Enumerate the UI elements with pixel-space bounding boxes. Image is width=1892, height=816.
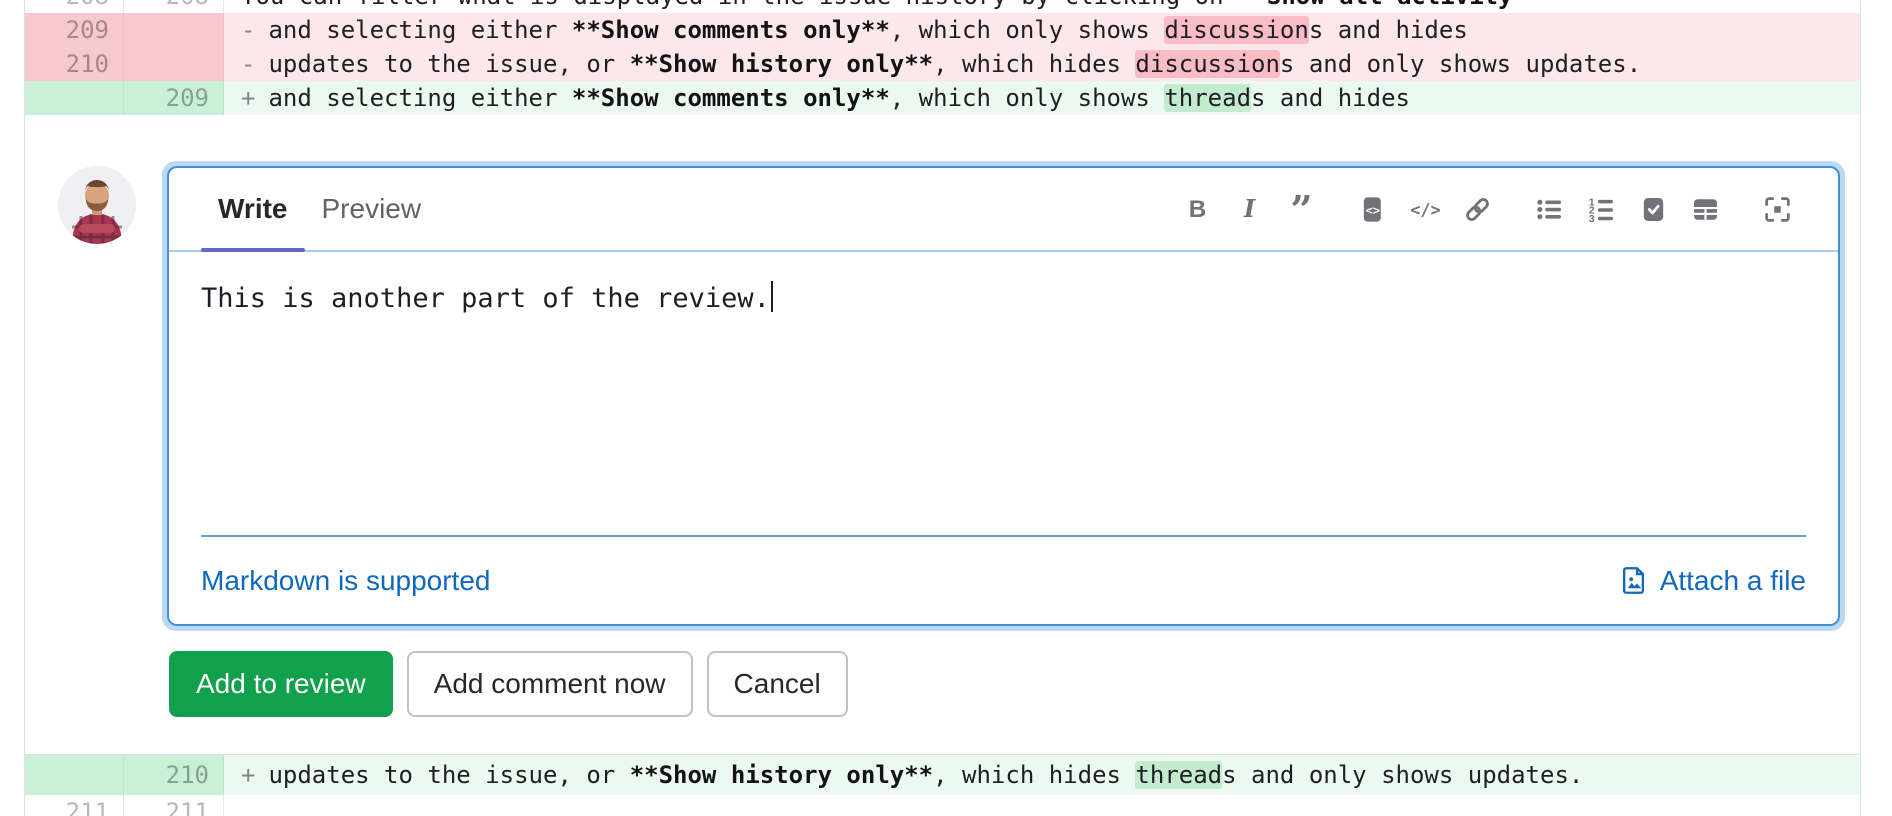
- cancel-button[interactable]: Cancel: [707, 651, 848, 717]
- diff-text: and selecting either: [268, 16, 571, 44]
- diff-text: **Show all activity**: [1238, 0, 1541, 10]
- svg-text:3: 3: [1588, 214, 1594, 224]
- new-line-number[interactable]: 208: [124, 0, 224, 13]
- new-line-number[interactable]: 210: [124, 755, 224, 795]
- markdown-toolbar: B I ” <> </> 123: [1146, 188, 1798, 230]
- attach-file-label: Attach a file: [1660, 565, 1806, 597]
- text-caret: [771, 281, 773, 312]
- toolbar-group: <> </>: [1352, 188, 1498, 230]
- comment-text: This is another part of the review.: [201, 283, 770, 314]
- italic-icon[interactable]: I: [1228, 188, 1270, 230]
- bold-icon[interactable]: B: [1176, 188, 1218, 230]
- toolbar-group: [1756, 188, 1798, 230]
- diff-row: 210 + updates to the issue, or **Show hist…: [25, 755, 1860, 795]
- new-line-number[interactable]: 209: [124, 81, 224, 115]
- comment-textarea[interactable]: This is another part of the review.: [169, 252, 1838, 535]
- old-line-number[interactable]: 209: [25, 13, 124, 47]
- diff-text: **Show comments only**: [572, 84, 890, 112]
- diff-text: , which only shows: [890, 84, 1165, 112]
- quote-icon[interactable]: ”: [1280, 188, 1322, 230]
- comment-actions: Add to review Add comment now Cancel: [169, 651, 1845, 717]
- user-avatar: [57, 165, 137, 245]
- add-comment-now-button[interactable]: Add comment now: [407, 651, 693, 717]
- diff-line-content: You can filter what is displayed in the …: [224, 0, 1860, 13]
- attach-image-icon: [1619, 565, 1650, 596]
- toolbar-group: 123: [1528, 188, 1726, 230]
- new-line-number[interactable]: [124, 13, 224, 47]
- diff-table-top: 208208 You can filter what is displayed i…: [24, 0, 1861, 115]
- diff-sign: -: [241, 47, 255, 81]
- diff-text: updates to the issue, or: [268, 761, 629, 789]
- old-line-number[interactable]: [25, 755, 124, 795]
- changed-word: thread: [1164, 84, 1251, 112]
- diff-row: 208208 You can filter what is displayed i…: [25, 0, 1860, 13]
- add-to-review-button[interactable]: Add to review: [169, 651, 393, 717]
- svg-text:</>: </>: [1411, 199, 1440, 219]
- diff-text: updates to the issue, or: [268, 50, 629, 78]
- old-line-number[interactable]: 210: [25, 47, 124, 81]
- tab-preview[interactable]: Preview: [305, 168, 439, 250]
- svg-text:I: I: [1242, 195, 1255, 223]
- link-icon[interactable]: [1456, 188, 1498, 230]
- attach-file-link[interactable]: Attach a file: [1619, 565, 1806, 597]
- old-line-number[interactable]: 208: [25, 0, 124, 13]
- diff-text: **Show history only**: [630, 761, 933, 789]
- diff-text: s and only shows updates.: [1222, 761, 1583, 789]
- diff-sign: -: [241, 13, 255, 47]
- bullet-list-icon[interactable]: [1528, 188, 1570, 230]
- diff-text: s and hides: [1309, 16, 1468, 44]
- changed-word: discussion: [1135, 50, 1280, 78]
- changed-word: discussion: [1164, 16, 1309, 44]
- tab-preview-label: Preview: [322, 193, 422, 225]
- diff-line-content: -and selecting either **Show comments on…: [224, 13, 1860, 47]
- diff-text: s and hides: [1251, 84, 1410, 112]
- code-icon[interactable]: </>: [1404, 188, 1446, 230]
- diff-text: , which only shows: [890, 16, 1165, 44]
- diff-row: 210 -updates to the issue, or **Show hist…: [25, 47, 1860, 81]
- diff-line-content: + updates to the issue, or **Show history…: [224, 755, 1860, 795]
- diff-text: , which hides: [933, 761, 1135, 789]
- markdown-supported-link[interactable]: Markdown is supported: [201, 565, 490, 597]
- svg-text:<>: <>: [1365, 203, 1380, 217]
- numbered-list-icon[interactable]: 123: [1580, 188, 1622, 230]
- diff-text: **Show history only**: [630, 50, 933, 78]
- diff-row: 209 + and selecting either **Show comments…: [25, 81, 1860, 115]
- new-line-number[interactable]: 211: [124, 795, 224, 816]
- svg-text:”: ”: [1290, 195, 1312, 224]
- old-line-number[interactable]: [25, 81, 124, 115]
- diff-text: **Show comments only**: [572, 16, 890, 44]
- diff-row: 211211: [25, 795, 1860, 816]
- diff-line-content: [224, 795, 1860, 816]
- comment-editor: Write Preview B I ” <> </> 123 This is anothe…: [162, 161, 1845, 631]
- diff-text: You can filter what is displayed in the …: [241, 0, 1238, 10]
- old-line-number[interactable]: 211: [25, 795, 124, 816]
- diff-line-content: -updates to the issue, or **Show history…: [224, 47, 1860, 81]
- svg-text:B: B: [1188, 195, 1205, 222]
- editor-footer: Markdown is supported Attach a file: [169, 537, 1838, 624]
- diff-sign: +: [241, 755, 255, 795]
- diff-sign: +: [241, 81, 255, 115]
- diff-text: s and only shows updates.: [1280, 50, 1641, 78]
- task-list-icon[interactable]: [1632, 188, 1674, 230]
- diff-text: , which hides: [933, 50, 1135, 78]
- table-icon[interactable]: [1684, 188, 1726, 230]
- new-line-number[interactable]: [124, 47, 224, 81]
- diff-table-bottom: 210 + updates to the issue, or **Show hist…: [24, 755, 1861, 816]
- comment-form-section: Write Preview B I ” <> </> 123 This is anothe…: [24, 115, 1861, 755]
- diff-text: and selecting either: [268, 84, 571, 112]
- merge-request-diff-page: 208208 You can filter what is displayed i…: [0, 0, 1892, 816]
- changed-word: thread: [1135, 761, 1222, 789]
- diff-line-content: + and selecting either **Show comments on…: [224, 81, 1860, 115]
- editor-header: Write Preview B I ” <> </> 123: [169, 168, 1838, 252]
- diff-row: 209 -and selecting either **Show comments…: [25, 13, 1860, 47]
- fullscreen-icon[interactable]: [1756, 188, 1798, 230]
- snippet-icon[interactable]: <>: [1352, 188, 1394, 230]
- tab-write-label: Write: [218, 193, 288, 225]
- tab-write[interactable]: Write: [201, 168, 305, 250]
- toolbar-group: B I ”: [1176, 188, 1322, 230]
